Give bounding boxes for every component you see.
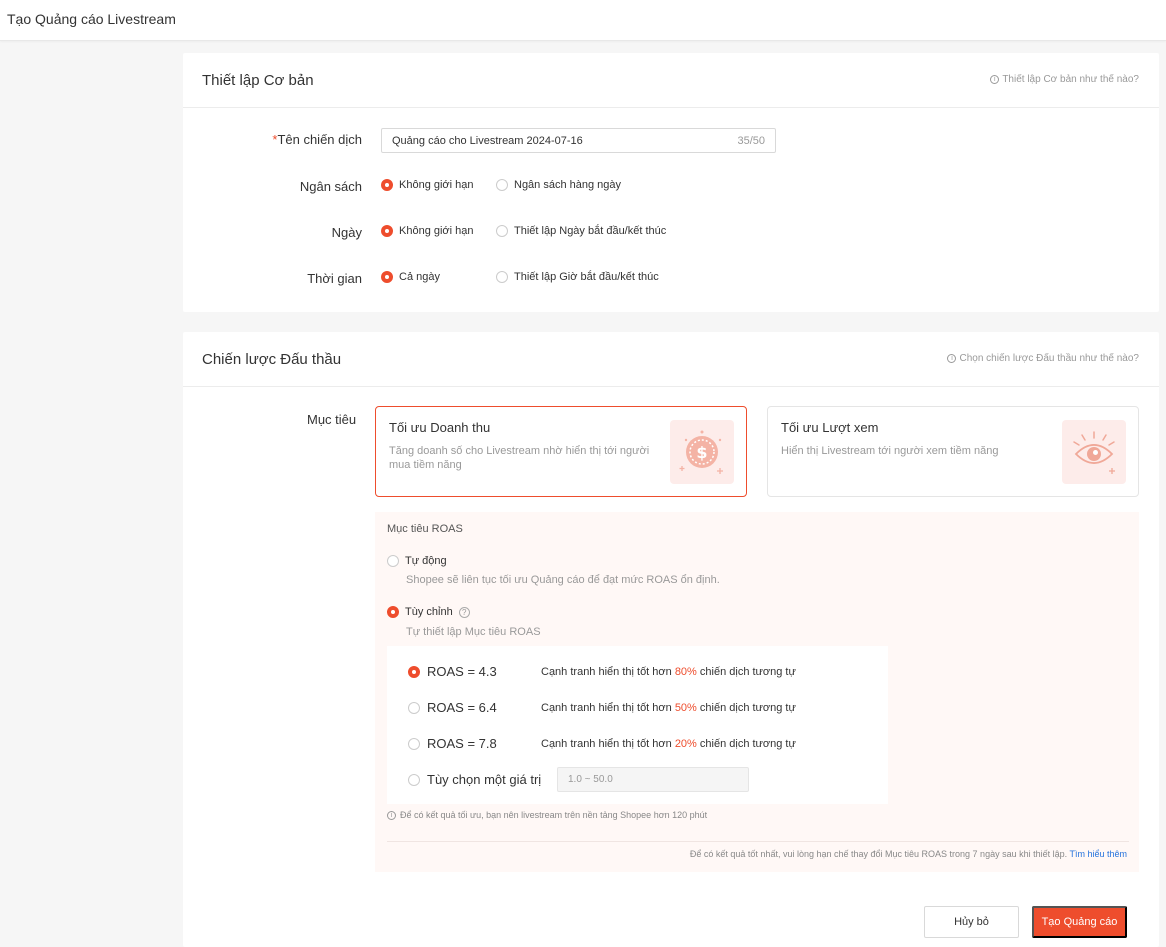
eye-icon [1062, 420, 1126, 484]
bidding-strategy-title: Chiến lược Đấu thầu [202, 351, 342, 368]
roas-custom-value-placeholder: 1.0 ~ 50.0 [568, 774, 613, 785]
radio-checked-icon [381, 179, 393, 191]
radio-unchecked-icon [496, 225, 508, 237]
budget-daily-label: Ngân sách hàng ngày [514, 179, 622, 191]
basic-settings-card: Thiết lập Cơ bản i Thiết lập Cơ bản như … [183, 53, 1159, 312]
radio-unchecked-icon [408, 701, 420, 714]
radio-checked-icon [408, 665, 420, 678]
question-icon[interactable]: ? [458, 606, 470, 618]
time-allday-label: Cả ngày [399, 271, 440, 283]
learn-more-link[interactable]: Tìm hiểu thêm [1069, 849, 1127, 859]
roas-custom-label: Tùy chỉnh [405, 606, 453, 618]
goal-views-title: Tối ưu Lượt xem [781, 420, 879, 435]
goal-views-card[interactable]: Tối ưu Lượt xem Hiển thị Livestream tới … [767, 406, 1139, 497]
time-range-radio[interactable]: Thiết lập Giờ bắt đầu/kết thúc [496, 271, 659, 283]
money-coin-icon: $ [670, 420, 734, 484]
campaign-name-input[interactable]: Quảng cáo cho Livestream 2024-07-16 35/5… [381, 128, 776, 153]
campaign-name-label: *Tên chiến dịch [272, 132, 362, 147]
roas-options-box: ROAS = 4.3 Cạnh tranh hiển thị tốt hơn 8… [387, 646, 888, 804]
basic-settings-help-text: Thiết lập Cơ bản như thế nào? [1002, 74, 1139, 85]
time-allday-radio[interactable]: Cả ngày [381, 271, 440, 283]
date-unlimited-radio[interactable]: Không giới hạn [381, 225, 474, 237]
roas-auto-radio[interactable]: Tự động [387, 555, 447, 567]
goal-revenue-title: Tối ưu Doanh thu [389, 420, 491, 435]
bidding-help-link[interactable]: i Chọn chiến lược Đấu thầu như thế nào? [947, 353, 1139, 364]
basic-settings-title: Thiết lập Cơ bản [202, 72, 314, 89]
radio-unchecked-icon [387, 555, 399, 567]
radio-checked-icon [387, 606, 399, 618]
date-label: Ngày [331, 225, 362, 240]
roas-option-2[interactable]: ROAS = 6.4 [408, 700, 497, 715]
bidding-strategy-card: Chiến lược Đấu thầu i Chọn chiến lược Đấ… [183, 332, 1159, 947]
roas-custom-desc: Tự thiết lập Mục tiêu ROAS [406, 626, 541, 638]
time-label: Thời gian [307, 271, 362, 286]
radio-unchecked-icon [408, 737, 420, 750]
page-title: Tạo Quảng cáo Livestream [7, 11, 176, 27]
date-unlimited-label: Không giới hạn [399, 225, 474, 237]
roas-option-2-desc: Cạnh tranh hiển thị tốt hơn 50% chiến dị… [541, 702, 796, 714]
svg-text:$: $ [696, 443, 707, 462]
goal-label: Mục tiêu [307, 412, 357, 427]
basic-settings-header: Thiết lập Cơ bản i Thiết lập Cơ bản như … [183, 53, 1159, 108]
date-range-label: Thiết lập Ngày bắt đầu/kết thúc [514, 225, 667, 237]
goal-views-desc: Hiển thị Livestream tới người xem tiềm n… [781, 445, 999, 457]
info-icon: i [947, 354, 957, 363]
radio-unchecked-icon [496, 271, 508, 283]
date-range-radio[interactable]: Thiết lập Ngày bắt đầu/kết thúc [496, 225, 666, 237]
radio-checked-icon [381, 271, 393, 283]
budget-label: Ngân sách [299, 179, 362, 194]
time-range-label: Thiết lập Giờ bắt đầu/kết thúc [514, 271, 659, 283]
top-bar: Tạo Quảng cáo Livestream [0, 0, 1166, 41]
roas-change-tip: Để có kết quả tốt nhất, vui lòng hạn chế… [690, 849, 1127, 859]
info-icon: i [387, 810, 396, 820]
roas-option-2-label: ROAS = 6.4 [427, 700, 497, 715]
roas-option-3[interactable]: ROAS = 7.8 [408, 736, 497, 751]
divider [387, 841, 1129, 842]
roas-tip-text: Để có kết quả tối ưu, bạn nên livestream… [400, 810, 708, 820]
roas-custom-radio[interactable]: Tùy chỉnh ? [387, 606, 470, 618]
campaign-name-counter: 35/50 [737, 135, 765, 147]
cancel-button[interactable]: Hủy bỏ [924, 906, 1019, 938]
roas-auto-desc: Shopee sẽ liên tục tối ưu Quảng cáo để đ… [406, 574, 720, 586]
radio-checked-icon [381, 225, 393, 237]
goal-revenue-card[interactable]: Tối ưu Doanh thu Tăng doanh số cho Lives… [375, 406, 747, 497]
bidding-help-text: Chọn chiến lược Đấu thầu như thế nào? [959, 353, 1139, 364]
campaign-name-value: Quảng cáo cho Livestream 2024-07-16 [392, 135, 583, 147]
roas-option-1[interactable]: ROAS = 4.3 [408, 664, 497, 679]
budget-unlimited-label: Không giới hạn [399, 179, 474, 191]
create-ad-button[interactable]: Tạo Quảng cáo [1032, 906, 1127, 938]
goal-revenue-desc: Tăng doanh số cho Livestream nhờ hiển th… [389, 445, 650, 471]
radio-unchecked-icon [496, 179, 508, 191]
basic-settings-help-link[interactable]: i Thiết lập Cơ bản như thế nào? [990, 74, 1139, 85]
budget-unlimited-radio[interactable]: Không giới hạn [381, 179, 474, 191]
bidding-strategy-header: Chiến lược Đấu thầu i Chọn chiến lược Đấ… [183, 332, 1159, 387]
roas-title: Mục tiêu ROAS [387, 523, 463, 535]
roas-custom-value-input[interactable]: 1.0 ~ 50.0 [557, 767, 749, 792]
roas-tip: i Để có kết quả tối ưu, bạn nên livestre… [387, 810, 707, 820]
roas-change-tip-text: Để có kết quả tốt nhất, vui lòng hạn chế… [689, 849, 1068, 859]
budget-daily-radio[interactable]: Ngân sách hàng ngày [496, 179, 621, 191]
roas-option-3-label: ROAS = 7.8 [427, 736, 497, 751]
roas-panel: Mục tiêu ROAS Tự động Shopee sẽ liên tục… [375, 512, 1139, 872]
info-icon: i [990, 75, 1000, 84]
roas-option-1-label: ROAS = 4.3 [427, 664, 497, 679]
roas-custom-value-radio[interactable]: Tùy chọn một giá trị [408, 772, 541, 787]
roas-option-3-desc: Cạnh tranh hiển thị tốt hơn 20% chiến dị… [541, 738, 796, 750]
radio-unchecked-icon [408, 773, 420, 786]
roas-option-1-desc: Cạnh tranh hiển thị tốt hơn 80% chiến dị… [541, 666, 796, 678]
roas-auto-label: Tự động [405, 555, 447, 567]
roas-custom-value-label: Tùy chọn một giá trị [427, 772, 542, 787]
